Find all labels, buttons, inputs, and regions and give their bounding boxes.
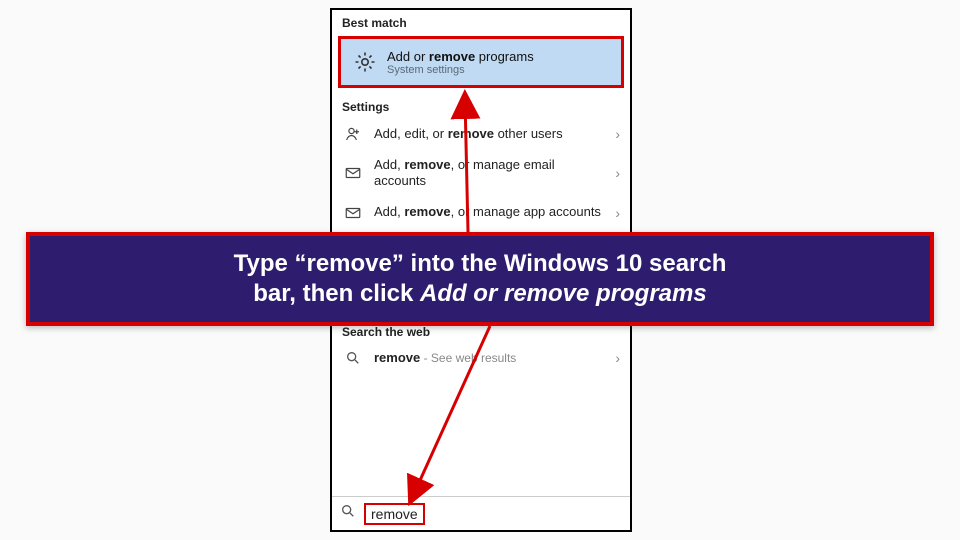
web-result-label: remove - See web results <box>374 350 605 366</box>
settings-item-label: Add, remove, or manage app accounts <box>374 204 605 220</box>
search-icon <box>342 350 364 366</box>
search-input-value[interactable]: remove <box>364 503 425 525</box>
instruction-banner: Type “remove” into the Windows 10 search… <box>26 232 934 326</box>
settings-header: Settings <box>332 94 630 118</box>
chevron-right-icon: › <box>615 165 620 181</box>
chevron-right-icon: › <box>615 126 620 142</box>
settings-item-email[interactable]: Add, remove, or manage email accounts › <box>332 150 630 197</box>
settings-item-appaccounts[interactable]: Add, remove, or manage app accounts › <box>332 197 630 229</box>
best-match-item[interactable]: Add or remove programs System settings <box>338 36 624 88</box>
gear-icon <box>351 50 379 74</box>
search-bar[interactable]: remove <box>332 496 630 530</box>
settings-item-label: Add, remove, or manage email accounts <box>374 157 605 190</box>
mail-icon <box>342 164 364 182</box>
web-result-item[interactable]: remove - See web results › <box>332 343 630 373</box>
person-icon <box>342 125 364 143</box>
search-icon <box>340 503 358 524</box>
chevron-right-icon: › <box>615 205 620 221</box>
best-match-header: Best match <box>332 10 630 34</box>
chevron-right-icon: › <box>615 350 620 366</box>
best-match-title: Add or remove programs <box>387 49 534 64</box>
settings-item-users[interactable]: Add, edit, or remove other users › <box>332 118 630 150</box>
mail-icon <box>342 204 364 222</box>
settings-item-label: Add, edit, or remove other users <box>374 126 605 142</box>
best-match-subtitle: System settings <box>387 64 534 76</box>
